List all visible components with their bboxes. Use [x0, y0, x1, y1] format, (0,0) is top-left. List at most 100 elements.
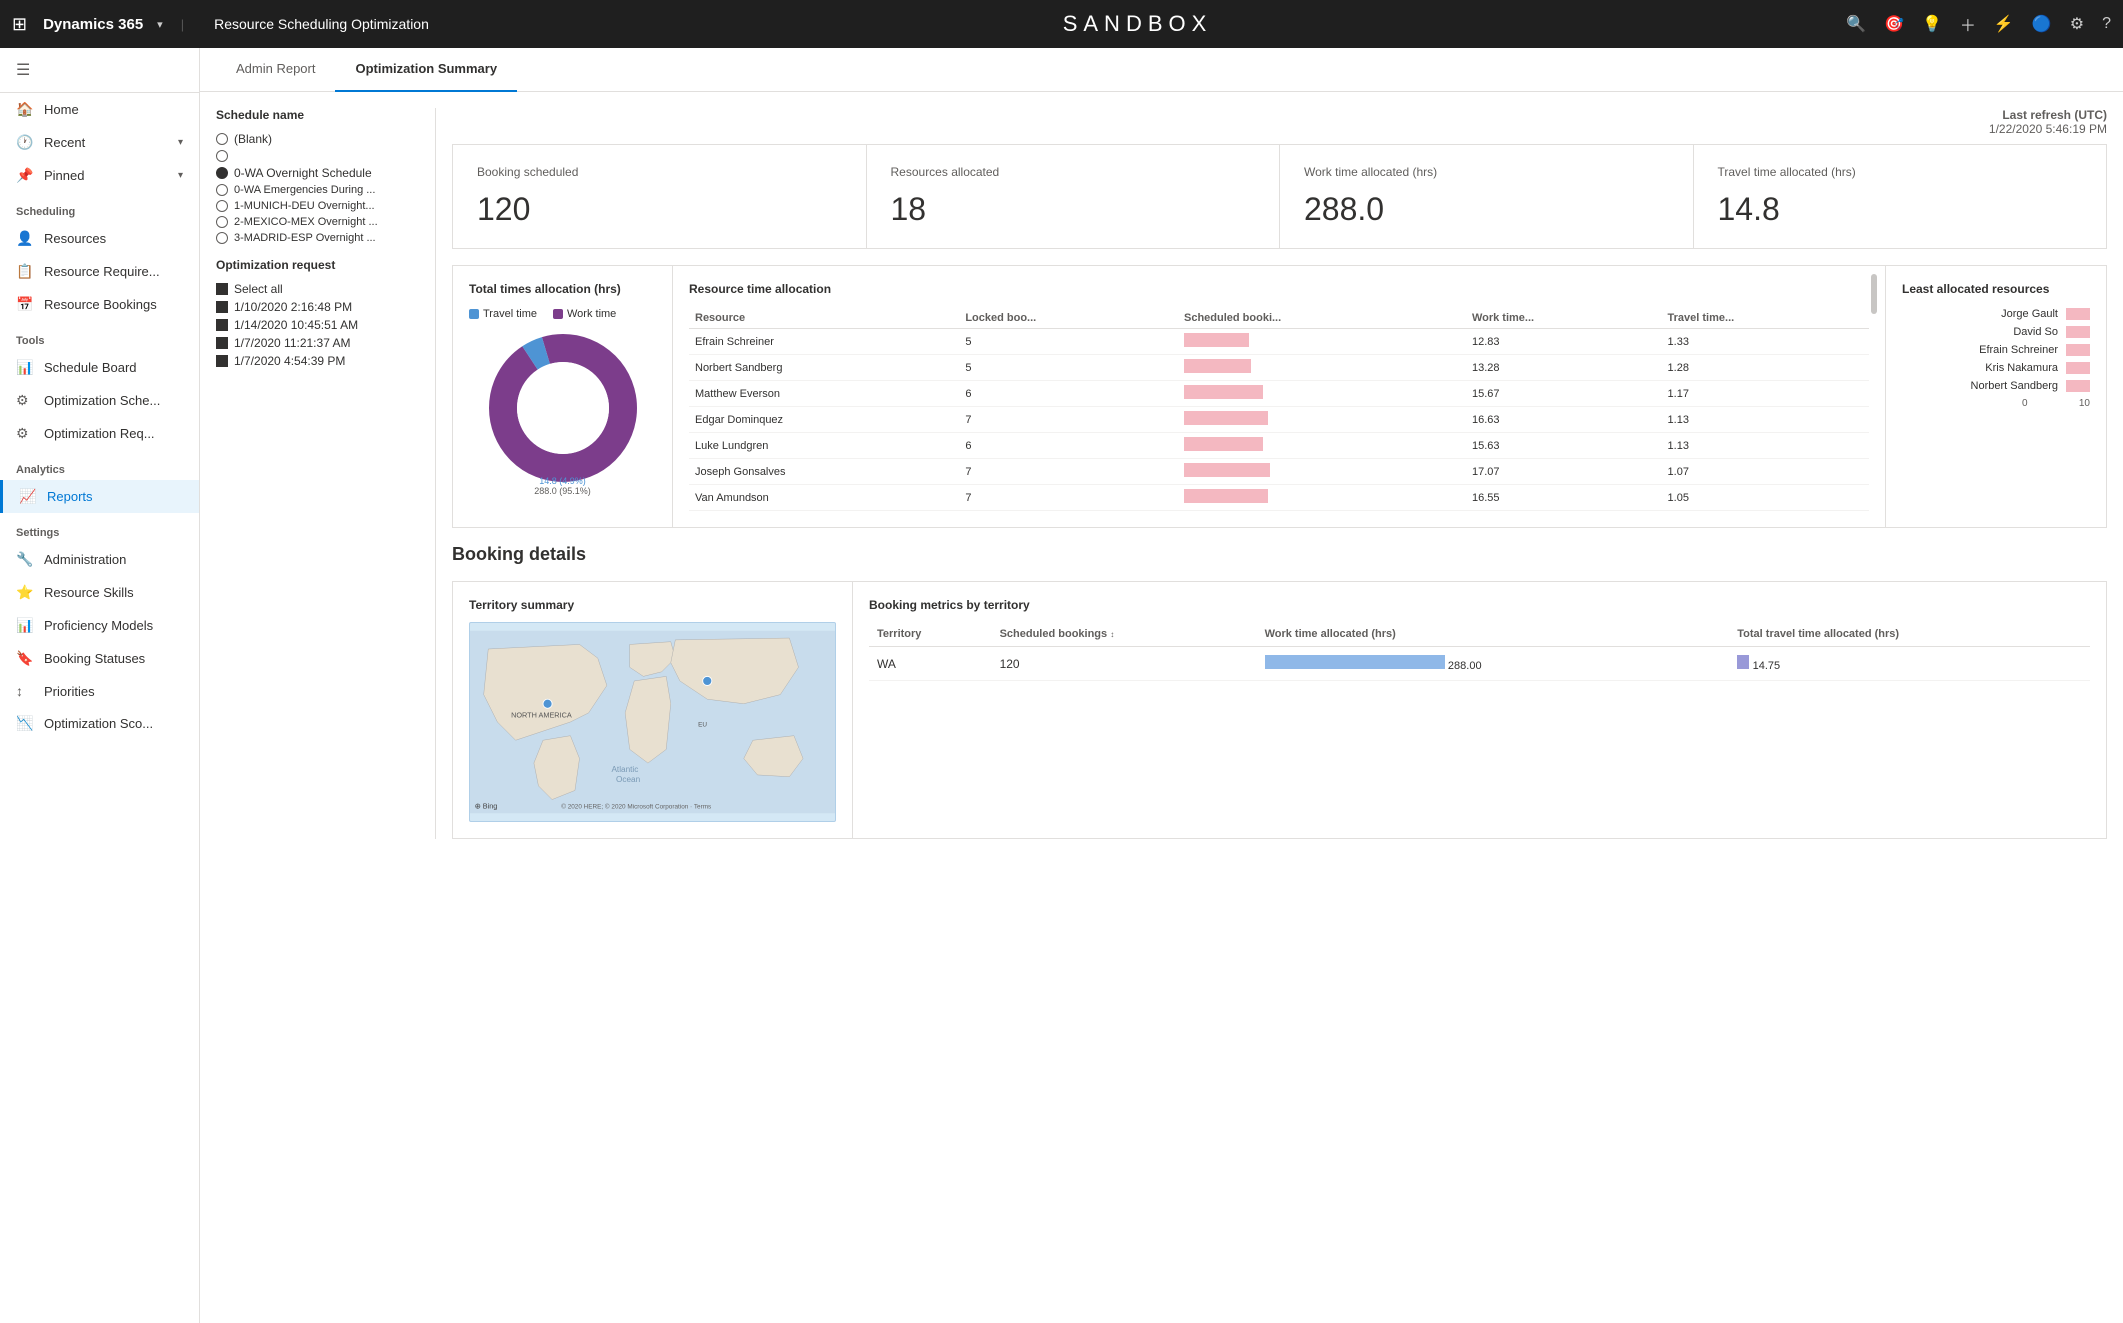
help-icon[interactable]: ? [2102, 15, 2111, 33]
sidebar-item-reports[interactable]: 📈 Reports [0, 480, 199, 513]
apps-icon[interactable]: ⊞ [12, 14, 27, 35]
schedule-board-icon: 📊 [16, 359, 34, 376]
sidebar-item-optimization-req[interactable]: ⚙ Optimization Req... [0, 417, 199, 450]
donut-chart-panel: Total times allocation (hrs) Travel time… [453, 266, 673, 527]
sidebar-item-resource-require[interactable]: 📋 Resource Require... [0, 255, 199, 288]
add-icon[interactable]: ＋ [1960, 12, 1976, 36]
resource-table: Resource Locked boo... Scheduled booki..… [689, 308, 1869, 511]
circle-icon[interactable]: 🔵 [2032, 14, 2052, 34]
cell-work: 12.83 [1466, 329, 1662, 355]
checkbox-r3[interactable]: 1/7/2020 11:21:37 AM [216, 334, 419, 352]
sidebar-item-label: Booking Statuses [44, 651, 145, 666]
cell-territory: WA [869, 647, 992, 681]
sidebar-item-pinned[interactable]: 📌 Pinned ▾ [0, 159, 199, 192]
radio-mexico[interactable] [216, 216, 228, 228]
tab-bar: Admin Report Optimization Summary [200, 48, 2123, 92]
filter-item-madrid[interactable]: 3-MADRID-ESP Overnight ... [216, 230, 419, 246]
svg-text:Ocean: Ocean [616, 775, 641, 784]
app-title-chevron[interactable]: ▾ [157, 18, 163, 31]
sidebar-item-optimization-sche[interactable]: ⚙ Optimization Sche... [0, 384, 199, 417]
stat-value-work: 288.0 [1304, 191, 1669, 228]
page-title: Resource Scheduling Optimization [214, 16, 429, 32]
filter-item-unnamed[interactable] [216, 148, 419, 164]
filter-icon[interactable]: ⚡ [1994, 14, 2014, 34]
resource-skills-icon: ⭐ [16, 584, 34, 601]
donut-container: 14.8 (4.9%) 288.0 (95.1%) [469, 328, 656, 496]
sidebar-item-recent[interactable]: 🕐 Recent ▾ [0, 126, 199, 159]
filter-item-wa-overnight[interactable]: 0-WA Overnight Schedule [216, 164, 419, 182]
least-alloc-item: Jorge Gault [1902, 308, 2090, 320]
legend-work-label: Work time [567, 308, 616, 320]
tab-optimization-summary[interactable]: Optimization Summary [335, 48, 517, 92]
sidebar-item-resource-bookings[interactable]: 📅 Resource Bookings [0, 288, 199, 321]
sidebar-item-label: Resource Skills [44, 585, 134, 600]
radio-madrid[interactable] [216, 232, 228, 244]
least-alloc-name: Norbert Sandberg [1971, 380, 2066, 392]
cell-locked: 5 [959, 355, 1178, 381]
filter-item-wa-emerg[interactable]: 0-WA Emergencies During ... [216, 182, 419, 198]
checkbox-r4[interactable]: 1/7/2020 4:54:39 PM [216, 352, 419, 370]
tab-admin-report[interactable]: Admin Report [216, 48, 335, 92]
stat-value-travel: 14.8 [1718, 191, 2083, 228]
sidebar-item-home[interactable]: 🏠 Home [0, 93, 199, 126]
checkbox-all[interactable]: Select all [216, 280, 419, 298]
filter-item-mexico[interactable]: 2-MEXICO-MEX Overnight ... [216, 214, 419, 230]
sidebar: ☰ 🏠 Home 🕐 Recent ▾ 📌 Pinned ▾ Schedulin… [0, 48, 200, 1323]
opt-req-icon: ⚙ [16, 425, 34, 442]
checkbox-sq-all[interactable] [216, 283, 228, 295]
table-row: Joseph Gonsalves 7 17.07 1.07 [689, 459, 1869, 485]
target-icon[interactable]: 🎯 [1884, 14, 1904, 34]
sidebar-item-resource-skills[interactable]: ⭐ Resource Skills [0, 576, 199, 609]
sidebar-item-proficiency[interactable]: 📊 Proficiency Models [0, 609, 199, 642]
table-row: Edgar Dominquez 7 16.63 1.13 [689, 407, 1869, 433]
filter-item-label: 0-WA Emergencies During ... [234, 184, 375, 196]
sidebar-item-booking-statuses[interactable]: 🔖 Booking Statuses [0, 642, 199, 675]
cell-work: 16.63 [1466, 407, 1662, 433]
cell-scheduled [1178, 433, 1466, 459]
checkbox-sq-r1[interactable] [216, 301, 228, 313]
svg-text:⊕ Bing: ⊕ Bing [475, 802, 498, 811]
territory-title: Territory summary [469, 598, 836, 612]
cell-work: 13.28 [1466, 355, 1662, 381]
proficiency-icon: 📊 [16, 617, 34, 634]
least-alloc-bar [2066, 380, 2090, 392]
checkbox-sq-r2[interactable] [216, 319, 228, 331]
settings-icon[interactable]: ⚙ [2070, 14, 2084, 34]
lightbulb-icon[interactable]: 💡 [1922, 14, 1942, 34]
cell-scheduled [1178, 407, 1466, 433]
sidebar-item-optimization-sco[interactable]: 📉 Optimization Sco... [0, 707, 199, 740]
checkbox-r1[interactable]: 1/10/2020 2:16:48 PM [216, 298, 419, 316]
booking-details-title: Booking details [452, 544, 2107, 565]
donut-label-work: 288.0 (95.1%) [534, 486, 591, 496]
checkbox-r2[interactable]: 1/14/2020 10:45:51 AM [216, 316, 419, 334]
sidebar-item-schedule-board[interactable]: 📊 Schedule Board [0, 351, 199, 384]
sidebar-item-label: Optimization Sco... [44, 716, 153, 731]
settings-section: Settings [0, 513, 199, 543]
app-title[interactable]: Dynamics 365 [43, 16, 143, 33]
radio-wa-emerg[interactable] [216, 184, 228, 196]
sidebar-toggle[interactable]: ☰ [0, 48, 199, 93]
checkbox-sq-r4[interactable] [216, 355, 228, 367]
radio-unnamed[interactable] [216, 150, 228, 162]
sidebar-item-administration[interactable]: 🔧 Administration [0, 543, 199, 576]
stat-card-booking: Booking scheduled 120 [453, 145, 867, 248]
sidebar-item-resources[interactable]: 👤 Resources [0, 222, 199, 255]
stat-value-booking: 120 [477, 191, 842, 228]
pin-icon: 📌 [16, 167, 34, 184]
filter-item-blank[interactable]: (Blank) [216, 130, 419, 148]
search-icon[interactable]: 🔍 [1846, 14, 1866, 34]
radio-munich[interactable] [216, 200, 228, 212]
bar-work [1184, 463, 1270, 477]
radio-wa-overnight[interactable] [216, 167, 228, 179]
stat-label-travel: Travel time allocated (hrs) [1718, 165, 2083, 179]
sidebar-item-priorities[interactable]: ↕ Priorities [0, 675, 199, 707]
analytics-section: Analytics [0, 450, 199, 480]
svg-text:Atlantic: Atlantic [611, 765, 638, 774]
sidebar-item-label: Administration [44, 552, 126, 567]
reports-icon: 📈 [19, 488, 37, 505]
checkbox-sq-r3[interactable] [216, 337, 228, 349]
cell-travel-val: 14.75 [1729, 647, 2090, 681]
cell-work: 15.67 [1466, 381, 1662, 407]
filter-item-munich[interactable]: 1-MUNICH-DEU Overnight... [216, 198, 419, 214]
radio-blank[interactable] [216, 133, 228, 145]
